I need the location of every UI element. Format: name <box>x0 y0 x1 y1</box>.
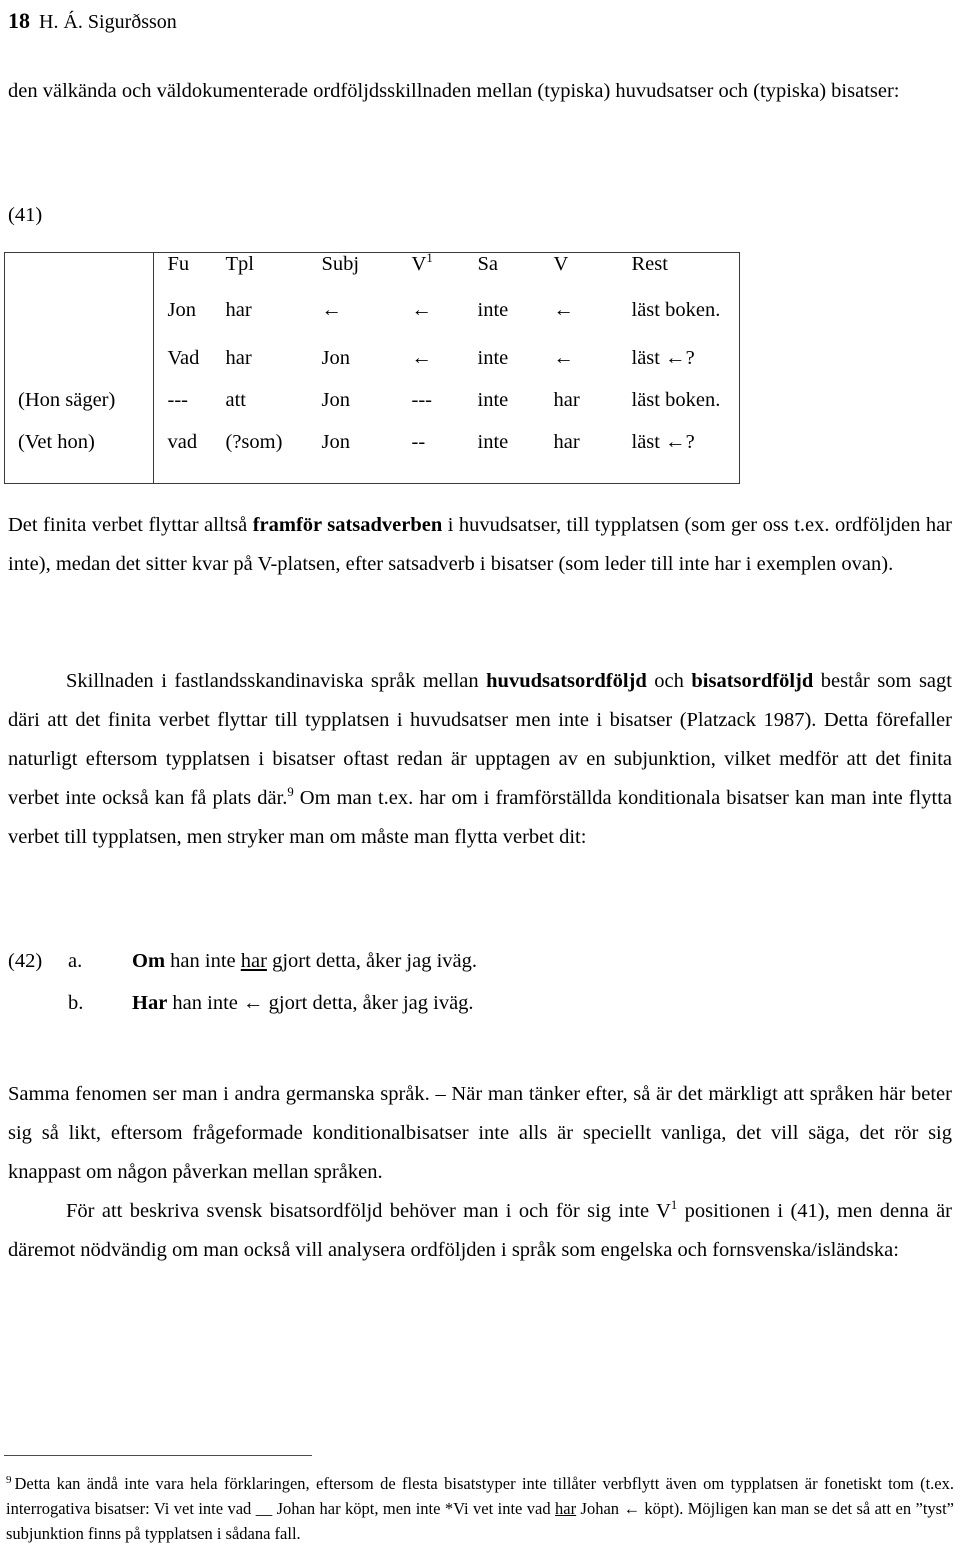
header-cell-tpl: Tpl <box>225 253 254 275</box>
cell-context <box>5 347 154 389</box>
ex42b-bold-har: Har <box>132 992 168 1014</box>
table-row: Vad har Jon ← inte ← läst ←? <box>5 347 739 389</box>
header-cell-v: V <box>553 253 569 275</box>
header-cell-fu: Fu <box>167 253 190 275</box>
example-42-item-a: (42) a. Om han inte har gjort detta, åke… <box>8 940 708 982</box>
cell-context: (Vet hon) <box>5 431 154 483</box>
cell-tpl: (?som) <box>225 431 283 453</box>
cell-tpl: att <box>225 389 247 411</box>
cell-tpl: har <box>225 347 252 369</box>
example-41-table: Fu Tpl Subj V1 Sa V Rest Jon har ← ← int… <box>5 251 739 483</box>
cell-v1: ← <box>411 299 433 321</box>
table-body: Jon har ← ← inte ← läst boken. Vad har J… <box>5 299 739 483</box>
cell-subj: Jon <box>321 389 350 411</box>
header-cell-context <box>5 253 154 299</box>
paragraph-skillnaden-block: Skillnaden i fastlandsskandinaviska språ… <box>8 662 952 857</box>
ex42a-bold-om: Om <box>132 950 166 972</box>
running-head: 18 H. Á. Sigurðsson <box>8 8 177 35</box>
cell-tpl: har <box>225 299 252 321</box>
paragraph-det-finita: Det finita verbet flyttar alltså framför… <box>8 506 952 584</box>
paragraph-det-finita-block: Det finita verbet flyttar alltså framför… <box>8 506 952 584</box>
cell-v1: -- <box>411 431 426 453</box>
ex42b-suffix: gjort detta, åker jag iväg. <box>268 992 474 1014</box>
paragraph-samma-fenomen-block: Samma fenomen ser man i andra germanska … <box>8 1075 952 1192</box>
ex42a-mid: han inte <box>165 950 241 972</box>
intro-paragraph-block: den välkända och väldokumenterade ordföl… <box>8 72 952 111</box>
ex42b-mid: han inte ← <box>167 992 269 1014</box>
footnote-separator-rule <box>4 1455 312 1456</box>
cell-subj: Jon <box>321 347 350 369</box>
cell-subj: Jon <box>321 431 350 453</box>
ex42a-underlined-har: har <box>240 950 267 972</box>
cell-v: ← <box>553 347 575 369</box>
example-42-text-a: Om han inte har gjort detta, åker jag iv… <box>132 940 708 982</box>
ex42a-suffix: gjort detta, åker jag iväg. <box>266 950 477 972</box>
header-v1-base: V <box>411 253 427 275</box>
p5-part-a: För att beskriva svensk bisatsordföljd b… <box>66 1200 671 1222</box>
cell-subj: ← <box>321 299 343 321</box>
cell-sa: inte <box>477 347 509 369</box>
p3-bold-bisatsordfoljd: bisatsordföljd <box>691 670 814 692</box>
cell-fu: --- <box>167 389 188 411</box>
cell-fu: vad <box>167 431 198 453</box>
table-row: Jon har ← ← inte ← läst boken. <box>5 299 739 347</box>
example-42-item-b: b. Har han inte ← gjort detta, åker jag … <box>8 982 708 1024</box>
table-header: Fu Tpl Subj V1 Sa V Rest <box>5 251 739 299</box>
cell-v: har <box>553 431 580 453</box>
p3-part-a: Skillnaden i fastlandsskandinaviska språ… <box>66 670 487 692</box>
page-number: 18 <box>8 8 30 33</box>
cell-rest: läst ←? <box>631 431 695 453</box>
example-42-number-spacer <box>8 982 68 1024</box>
p2-bold-framfor-satsadverben: framför satsadverben <box>252 514 443 536</box>
cell-v1: ← <box>411 347 433 369</box>
example-42-letter-b: b. <box>68 992 84 1014</box>
cell-context: (Hon säger) <box>5 389 154 431</box>
cell-fu: Vad <box>167 347 200 369</box>
example-42-letter-a: a. <box>68 950 83 972</box>
example-41-number: (41) <box>8 204 43 226</box>
example-42-text-b: Har han inte ← gjort detta, åker jag ivä… <box>132 982 708 1024</box>
footnote-mark-9: 9 <box>6 1473 12 1486</box>
cell-sa: inte <box>477 431 509 453</box>
table-header-row: Fu Tpl Subj V1 Sa V Rest <box>5 251 739 299</box>
footnote-underlined-har: har <box>555 1499 577 1518</box>
running-head-author: H. Á. Sigurðsson <box>39 11 177 33</box>
cell-rest: läst ←? <box>631 347 695 369</box>
p3-bold-huvudsatsordfoljd: huvudsatsordföljd <box>486 670 647 692</box>
header-cell-sa: Sa <box>477 253 499 275</box>
cell-context <box>5 299 154 347</box>
cell-v: ← <box>553 299 575 321</box>
cell-sa: inte <box>477 299 509 321</box>
cell-sa: inte <box>477 389 509 411</box>
paragraph-samma-fenomen: Samma fenomen ser man i andra germanska … <box>8 1083 952 1183</box>
paragraph-for-att-beskriva: För att beskriva svensk bisatsordföljd b… <box>8 1192 952 1270</box>
header-v1-superscript: 1 <box>426 251 433 266</box>
table-row: (Hon säger) --- att Jon --- inte har läs… <box>5 389 739 431</box>
p2-part-a: Det finita verbet flyttar alltså <box>8 514 253 536</box>
document-page: 18 H. Á. Sigurðsson den välkända och väld… <box>0 0 960 1549</box>
cell-rest: läst boken. <box>631 299 721 321</box>
paragraph-skillnaden: Skillnaden i fastlandsskandinaviska språ… <box>8 662 952 857</box>
header-cell-v1: V1 <box>411 251 478 299</box>
cell-rest: läst boken. <box>631 389 721 411</box>
example-42-number: (42) <box>8 950 43 972</box>
footnote-9: 9 Detta kan ändå inte vara hela förklarin… <box>6 1471 954 1546</box>
p3-part-c: och <box>646 670 692 692</box>
cell-fu: Jon <box>167 299 196 321</box>
example-42-block: (42) a. Om han inte har gjort detta, åke… <box>8 940 708 1024</box>
cell-v1: --- <box>411 389 432 411</box>
cell-v: har <box>553 389 580 411</box>
intro-paragraph: den välkända och väldokumenterade ordföl… <box>8 80 900 102</box>
table-row: (Vet hon) vad (?som) Jon -- inte har läs… <box>5 431 739 483</box>
paragraph-for-att-beskriva-block: För att beskriva svensk bisatsordföljd b… <box>8 1192 952 1270</box>
example-41-table-wrapper: Fu Tpl Subj V1 Sa V Rest Jon har ← ← int… <box>4 252 740 484</box>
header-cell-rest: Rest <box>631 253 668 275</box>
header-cell-subj: Subj <box>321 253 360 275</box>
